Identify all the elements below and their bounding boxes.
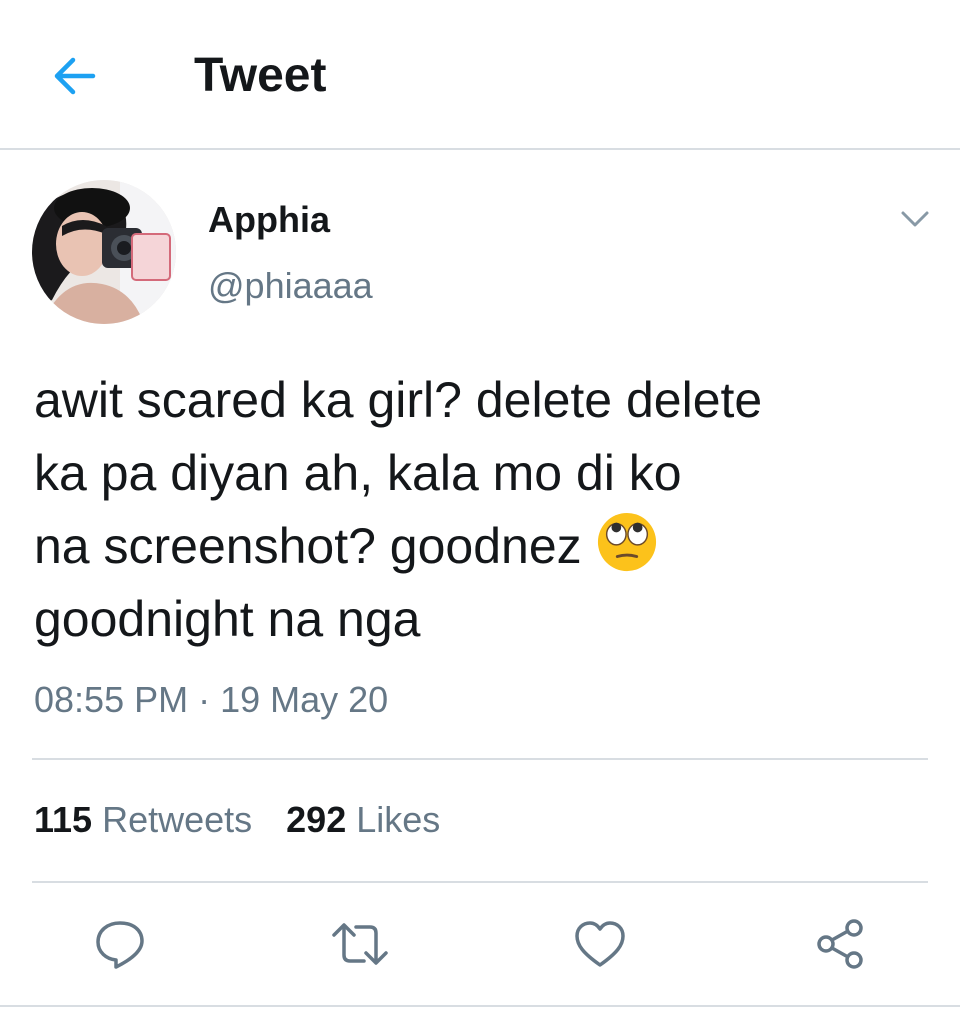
divider (32, 881, 928, 883)
tweet-line: ka pa diyan ah, kala mo di ko (34, 437, 914, 510)
author-display-name[interactable]: Apphia (208, 198, 330, 242)
likes-label: Likes (346, 799, 441, 840)
divider (0, 1005, 960, 1007)
page-title: Tweet (194, 49, 327, 102)
tweet-line: na screenshot? goodnez (34, 510, 914, 583)
avatar[interactable] (32, 180, 176, 324)
tweet-line-text: na screenshot? goodnez (34, 518, 596, 574)
tweet-body: awit scared ka girl? delete delete ka pa … (34, 364, 914, 656)
action-bar (0, 884, 960, 1002)
top-app-bar: Tweet (0, 0, 960, 150)
retweet-button[interactable] (330, 914, 390, 974)
tweet-line-text: ka pa diyan ah, kala mo di ko (34, 445, 682, 501)
share-icon (817, 919, 863, 969)
tweet-timestamp[interactable]: 08:55 PM · 19 May 20 (34, 678, 388, 722)
chevron-down-icon (901, 211, 929, 227)
author-handle[interactable]: @phiaaaa (208, 264, 373, 308)
reply-button[interactable] (90, 914, 150, 974)
likes-stat[interactable]: 292 Likes (286, 798, 440, 842)
tweet-line: awit scared ka girl? delete delete (34, 372, 763, 428)
retweets-label: Retweets (92, 799, 253, 840)
retweets-stat[interactable]: 115 Retweets (34, 798, 252, 842)
tweet-line: goodnight na nga (34, 591, 421, 647)
likes-count: 292 (286, 799, 347, 840)
avatar-photo (32, 180, 176, 324)
retweets-count: 115 (34, 799, 93, 840)
share-button[interactable] (810, 914, 870, 974)
divider (32, 758, 928, 760)
back-button[interactable] (44, 48, 104, 104)
stats-spacer (252, 798, 286, 842)
heart-icon (575, 921, 625, 967)
like-button[interactable] (570, 914, 630, 974)
face-with-rolling-eyes-icon (597, 512, 656, 572)
reply-icon (96, 921, 144, 969)
tweet-stats: 115 Retweets 292 Likes (34, 798, 440, 842)
retweet-icon (332, 923, 388, 965)
tweet-options-button[interactable] (898, 202, 932, 236)
back-arrow-icon (54, 57, 96, 95)
